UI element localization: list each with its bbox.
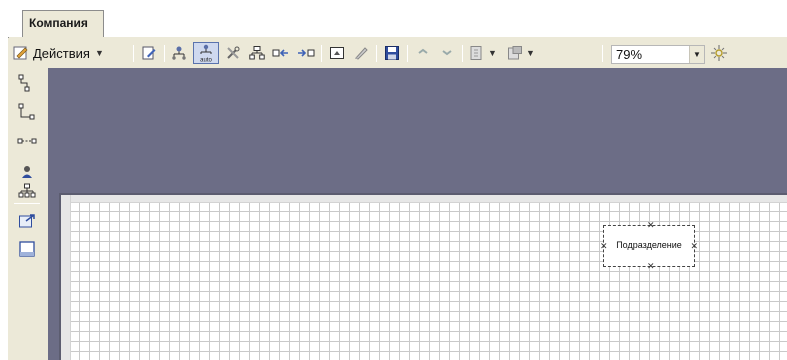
node-label: Подразделение [616,240,682,250]
toolbar: Действия ▼ auto ▼ ▼ 79% ▼ [8,38,787,68]
actions-icon [13,46,28,60]
app-window: Компания Действия ▼ auto ▼ ▼ 79% ▼ ✕ ✕ ✕… [0,0,787,360]
zoom-fit-icon [711,45,727,61]
connector-straight-tool[interactable] [14,130,40,152]
edit-button[interactable] [138,42,160,64]
page-frame-tool[interactable] [14,238,40,260]
arrow-up-icon [418,48,428,54]
ruler-vertical [61,195,71,360]
palette-separator [14,203,40,204]
export-button[interactable]: ▼ [504,42,538,64]
tools-button[interactable] [222,42,244,64]
hierarchy-icon [249,46,265,60]
actions-label: Действия [33,45,90,61]
resize-handle-top[interactable]: ✕ [647,221,655,230]
toolbar-separator [376,45,377,62]
zoom-fit-button[interactable] [708,42,730,64]
move-right-icon [298,49,315,57]
tab-strip: Компания [0,0,787,38]
move-left-button[interactable] [270,42,292,64]
import-icon [470,46,482,60]
arrow-down-button[interactable] [436,42,458,64]
chevron-down-icon: ▼ [526,48,535,58]
structure-tool[interactable] [14,180,40,202]
hierarchy-button[interactable] [246,42,268,64]
edit-icon [142,46,156,60]
toolbar-separator [321,45,322,62]
ruler-horizontal [61,195,787,203]
actions-menu-button[interactable]: Действия ▼ [12,42,130,64]
save-button[interactable] [381,42,403,64]
move-right-button[interactable] [295,42,317,64]
diagram-node-department[interactable]: ✕ ✕ ✕ ✕ Подразделение [600,221,698,271]
shape-palette [8,68,48,360]
tab-company[interactable]: Компания [22,10,104,37]
diagram-page[interactable] [59,193,787,360]
toolbar-separator [407,45,408,62]
move-left-icon [272,49,288,57]
import-button[interactable]: ▼ [466,42,500,64]
toolbar-separator [602,45,603,62]
toolbar-separator [164,45,165,62]
tools-icon [227,46,240,59]
export-icon [508,46,523,60]
clear-button[interactable] [350,42,372,64]
structure-icon [18,183,36,198]
toolbar-separator [462,45,463,62]
connector-elbow-tool[interactable] [14,72,40,94]
export-image-tool[interactable] [14,210,40,232]
save-icon [385,46,399,60]
page-frame-icon [19,241,35,257]
zoom-value: 79% [616,47,643,62]
person-icon [22,166,32,178]
connector-step-tool[interactable] [14,101,40,123]
toolbar-separator [133,45,134,62]
resize-handle-bottom[interactable]: ✕ [647,262,655,271]
export-image-icon [19,214,35,228]
org-chart-button[interactable] [168,42,190,64]
auto-button-label: auto [200,58,212,64]
arrow-down-icon [442,50,452,56]
org-chart-icon [172,46,186,60]
grid [61,195,787,360]
chevron-down-icon: ▼ [488,48,497,58]
connector-straight-icon [17,138,37,144]
card-button[interactable] [326,42,348,64]
chevron-down-icon: ▼ [94,48,104,58]
connector-elbow-icon [18,74,30,92]
auto-layout-button[interactable]: auto [193,42,219,64]
arrow-up-button[interactable] [412,42,434,64]
zoom-select[interactable]: 79% ▼ [611,45,705,64]
auto-layout-icon: auto [200,44,212,64]
card-icon [330,47,344,59]
connector-step-icon [18,103,35,120]
clear-icon [355,47,368,60]
chevron-down-icon[interactable]: ▼ [689,46,704,63]
